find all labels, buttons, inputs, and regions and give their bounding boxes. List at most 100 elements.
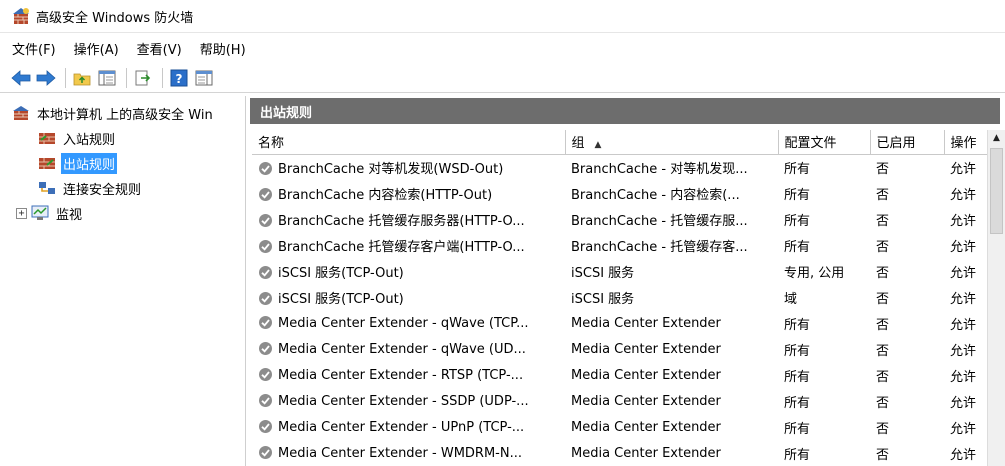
cell-text: 允许 bbox=[950, 265, 977, 281]
table-row[interactable]: iSCSI 服务(TCP-Out) iSCSI 服务 专用, 公用 否 允许 bbox=[252, 258, 987, 284]
cell-text: Media Center Extender bbox=[571, 393, 721, 409]
cell-name: Media Center Extender - qWave (UD... bbox=[252, 336, 565, 362]
column-header-enabled[interactable]: 已启用 bbox=[870, 130, 945, 155]
cell-text: 所有 bbox=[784, 213, 811, 229]
column-header-label: 操作 bbox=[950, 136, 977, 152]
svg-text:?: ? bbox=[176, 72, 183, 86]
scroll-up-icon[interactable]: ▲ bbox=[988, 130, 1005, 147]
cell-name: Media Center Extender - WMDRM-N... bbox=[252, 440, 565, 466]
cell-group: Media Center Extender bbox=[565, 362, 778, 388]
cell-profile: 所有 bbox=[778, 440, 870, 466]
column-header-action[interactable]: 操作 bbox=[944, 130, 988, 155]
cell-text: BranchCache - 内容检索(... bbox=[571, 187, 740, 203]
cell-text: 允许 bbox=[950, 343, 977, 359]
cell-text: 所有 bbox=[784, 317, 811, 333]
navigation-tree: 本地计算机 上的高级安全 Win 入站规则 出站规则 连接安全规则 + 监视 bbox=[0, 96, 246, 466]
cell-text: iSCSI 服务(TCP-Out) bbox=[278, 265, 404, 281]
cell-group: Media Center Extender bbox=[565, 414, 778, 440]
table-row[interactable]: Media Center Extender - qWave (TCP... Med… bbox=[252, 310, 987, 336]
rules-table-body: BranchCache 对等机发现(WSD-Out) BranchCache - … bbox=[252, 154, 987, 466]
cell-text: 允许 bbox=[950, 291, 977, 307]
cell-profile: 所有 bbox=[778, 310, 870, 336]
vertical-scrollbar[interactable]: ▲ bbox=[987, 130, 1005, 466]
column-header-label: 名称 bbox=[258, 136, 285, 152]
cell-text: Media Center Extender - SSDP (UDP-... bbox=[278, 394, 529, 409]
table-row[interactable]: Media Center Extender - WMDRM-N... Media … bbox=[252, 440, 987, 466]
cell-text: 否 bbox=[876, 239, 890, 255]
cell-group: BranchCache - 内容检索(... bbox=[565, 180, 778, 206]
cell-text: BranchCache 托管缓存服务器(HTTP-O... bbox=[278, 213, 525, 229]
toolbar: ? bbox=[0, 63, 1005, 93]
properties-button[interactable] bbox=[193, 67, 215, 89]
cell-profile: 所有 bbox=[778, 336, 870, 362]
cell-enabled: 否 bbox=[870, 258, 944, 284]
column-header-profile[interactable]: 配置文件 bbox=[778, 130, 871, 155]
cell-name: iSCSI 服务(TCP-Out) bbox=[252, 284, 565, 310]
table-row[interactable]: Media Center Extender - qWave (UD... Medi… bbox=[252, 336, 987, 362]
table-row[interactable]: BranchCache 托管缓存服务器(HTTP-O... BranchCache… bbox=[252, 206, 987, 232]
cell-profile: 所有 bbox=[778, 154, 870, 180]
cell-text: BranchCache 托管缓存客户端(HTTP-O... bbox=[278, 239, 525, 255]
scrollbar-thumb[interactable] bbox=[990, 148, 1003, 234]
cell-enabled: 否 bbox=[870, 232, 944, 258]
cell-profile: 域 bbox=[778, 284, 870, 310]
menu-file[interactable]: 文件(F) bbox=[12, 39, 56, 58]
up-level-button[interactable] bbox=[71, 67, 93, 89]
firewall-icon bbox=[13, 8, 29, 24]
export-icon bbox=[135, 70, 151, 85]
cell-profile: 所有 bbox=[778, 206, 870, 232]
cell-text: 所有 bbox=[784, 161, 811, 177]
cell-text: 所有 bbox=[784, 343, 811, 359]
cell-text: 否 bbox=[876, 317, 890, 333]
export-button[interactable] bbox=[132, 67, 154, 89]
cell-action: 允许 bbox=[944, 206, 987, 232]
cell-action: 允许 bbox=[944, 232, 987, 258]
cell-text: Media Center Extender bbox=[571, 419, 721, 435]
cell-text: 域 bbox=[784, 291, 798, 307]
table-row[interactable]: BranchCache 内容检索(HTTP-Out) BranchCache - … bbox=[252, 180, 987, 206]
table-row[interactable]: iSCSI 服务(TCP-Out) iSCSI 服务 域 否 允许 bbox=[252, 284, 987, 310]
table-row[interactable]: Media Center Extender - UPnP (TCP-... Med… bbox=[252, 414, 987, 440]
cell-name: BranchCache 内容检索(HTTP-Out) bbox=[252, 180, 565, 206]
cell-text: 否 bbox=[876, 265, 890, 281]
cell-text: 否 bbox=[876, 213, 890, 229]
cell-text: 所有 bbox=[784, 447, 811, 463]
menu-action[interactable]: 操作(A) bbox=[74, 39, 119, 58]
tree-item-inbound-rules[interactable]: 入站规则 bbox=[38, 127, 117, 149]
table-row[interactable]: Media Center Extender - SSDP (UDP-... Med… bbox=[252, 388, 987, 414]
menu-view[interactable]: 查看(V) bbox=[137, 39, 182, 58]
menu-help[interactable]: 帮助(H) bbox=[200, 39, 246, 58]
cell-enabled: 否 bbox=[870, 388, 944, 414]
cell-text: 允许 bbox=[950, 317, 977, 333]
back-button[interactable] bbox=[10, 67, 32, 89]
title-bar: 高级安全 Windows 防火墙 bbox=[0, 0, 1005, 33]
table-row[interactable]: BranchCache 对等机发现(WSD-Out) BranchCache - … bbox=[252, 154, 987, 180]
rule-disabled-icon bbox=[259, 291, 272, 305]
tree-item-monitoring[interactable]: + 监视 bbox=[4, 202, 84, 224]
cell-text: BranchCache - 对等机发现... bbox=[571, 161, 748, 177]
tree-root-label: 本地计算机 上的高级安全 Win bbox=[37, 107, 213, 123]
back-icon bbox=[11, 69, 31, 86]
rule-disabled-icon bbox=[259, 394, 272, 407]
table-row[interactable]: BranchCache 托管缓存客户端(HTTP-O... BranchCache… bbox=[252, 232, 987, 258]
cell-enabled: 否 bbox=[870, 414, 944, 440]
cell-text: Media Center Extender bbox=[571, 445, 721, 461]
cell-group: Media Center Extender bbox=[565, 388, 778, 414]
tree-expander[interactable]: + bbox=[16, 207, 27, 219]
cell-text: Media Center Extender bbox=[571, 315, 721, 331]
table-row[interactable]: Media Center Extender - RTSP (TCP-... Med… bbox=[252, 362, 987, 388]
cell-action: 允许 bbox=[944, 258, 987, 284]
cell-text: iSCSI 服务 bbox=[571, 265, 635, 281]
show-hide-tree-button[interactable] bbox=[96, 67, 118, 89]
cell-text: Media Center Extender bbox=[571, 341, 721, 357]
inbound-rules-icon bbox=[39, 133, 55, 144]
column-header-name[interactable]: 名称 bbox=[252, 130, 566, 155]
cell-text: 否 bbox=[876, 395, 890, 411]
tree-item-connection-security-rules[interactable]: 连接安全规则 bbox=[38, 177, 143, 199]
forward-button[interactable] bbox=[35, 67, 57, 89]
tree-root[interactable]: 本地计算机 上的高级安全 Win bbox=[12, 102, 215, 124]
tree-item-outbound-rules[interactable]: 出站规则 bbox=[38, 152, 118, 174]
help-button[interactable]: ? bbox=[168, 67, 190, 89]
rules-list: 名称 组 ▲ 配置文件 已启用 操作 BranchCache 对等机发现(WSD-… bbox=[252, 130, 1005, 466]
column-header-group[interactable]: 组 ▲ bbox=[565, 130, 779, 155]
